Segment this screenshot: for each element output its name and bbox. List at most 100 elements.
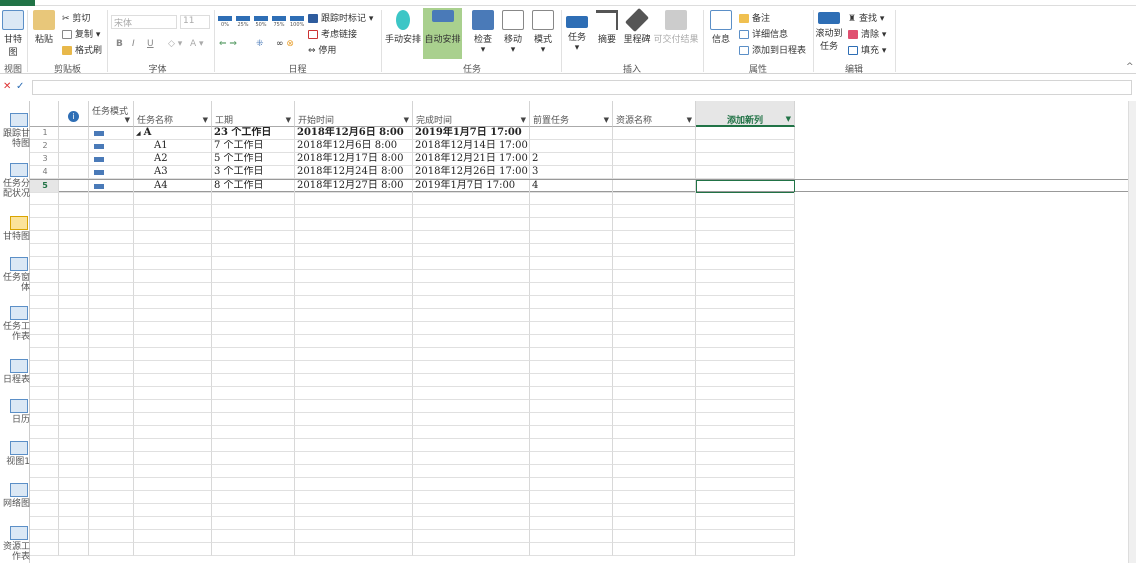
table-cell[interactable] [413,530,530,543]
table-cell[interactable] [212,517,295,530]
table-cell[interactable] [613,335,696,348]
table-row[interactable] [30,491,1128,504]
table-cell[interactable] [212,478,295,491]
table-cell[interactable] [59,127,89,140]
table-row[interactable] [30,413,1128,426]
table-cell[interactable]: 2018年12月21日 17:00 [413,153,530,166]
table-cell[interactable] [295,296,413,309]
table-cell[interactable] [413,244,530,257]
table-cell[interactable] [134,231,212,244]
table-cell[interactable] [530,218,613,231]
information-button[interactable]: 信息 [707,10,735,45]
table-cell[interactable] [89,322,134,335]
table-cell[interactable]: 23 个工作日 [212,127,295,140]
table-cell[interactable] [134,348,212,361]
table-row[interactable] [30,465,1128,478]
table-cell[interactable] [134,491,212,504]
gantt-view-button[interactable]: 甘特图 [0,10,26,58]
column-header[interactable]: 添加新列 ▼ [696,101,795,127]
table-cell[interactable] [59,270,89,283]
fill-button[interactable]: 填充 ▾ [848,43,886,56]
table-cell[interactable] [696,400,795,413]
table-cell[interactable] [613,322,696,335]
table-cell[interactable] [30,231,59,244]
table-cell[interactable] [89,452,134,465]
table-cell[interactable] [134,309,212,322]
table-cell[interactable] [212,361,295,374]
table-cell[interactable] [530,296,613,309]
table-cell[interactable] [413,283,530,296]
table-cell[interactable]: 2019年1月7日 17:00 [413,127,530,140]
table-cell[interactable] [59,322,89,335]
table-cell[interactable] [89,413,134,426]
table-cell[interactable] [30,218,59,231]
collapse-icon[interactable]: ◢ [136,130,141,137]
table-cell[interactable] [295,400,413,413]
table-cell[interactable] [613,270,696,283]
table-cell[interactable] [89,244,134,257]
table-cell[interactable] [30,387,59,400]
table-cell[interactable] [89,400,134,413]
table-row[interactable] [30,387,1128,400]
table-cell[interactable]: 4 [30,166,59,179]
table-cell[interactable] [613,452,696,465]
percent-3-button[interactable]: 75% [272,16,286,28]
table-cell[interactable] [613,361,696,374]
table-cell[interactable] [30,439,59,452]
percent-4-button[interactable]: 100% [290,16,304,28]
table-cell[interactable] [295,465,413,478]
split-task-button[interactable]: ⁜ [256,39,264,49]
table-cell[interactable] [413,517,530,530]
table-cell[interactable] [696,374,795,387]
table-cell[interactable] [59,413,89,426]
table-cell[interactable] [295,309,413,322]
table-cell[interactable] [30,504,59,517]
table-cell[interactable] [530,192,613,205]
table-cell[interactable] [295,257,413,270]
table-cell[interactable] [530,309,613,322]
table-cell[interactable] [413,543,530,556]
table-cell[interactable] [212,309,295,322]
table-row[interactable] [30,283,1128,296]
view-bar-item[interactable]: 任务分配状况 [0,163,30,199]
percent-2-button[interactable]: 50% [254,16,268,28]
table-cell[interactable] [696,478,795,491]
table-cell[interactable] [413,413,530,426]
table-row[interactable] [30,452,1128,465]
column-header[interactable]: 工期 ▼ [212,101,295,127]
table-cell[interactable] [613,166,696,179]
table-cell[interactable] [696,153,795,166]
table-cell[interactable] [696,205,795,218]
table-cell[interactable] [59,335,89,348]
dropdown-arrow-icon[interactable]: ▼ [203,116,208,124]
table-cell[interactable] [134,283,212,296]
respect-links-button[interactable]: 考虑链接 [308,27,357,40]
column-header[interactable]: 开始时间 ▼ [295,101,413,127]
table-cell[interactable] [295,348,413,361]
table-row[interactable] [30,400,1128,413]
table-cell[interactable] [89,387,134,400]
table-cell[interactable] [89,439,134,452]
confirm-entry-button[interactable]: ✓ [16,81,24,92]
table-cell[interactable] [413,478,530,491]
outdent-button[interactable]: ⇐ ⇒ [219,39,237,49]
table-cell[interactable] [212,504,295,517]
table-cell[interactable] [413,400,530,413]
table-cell[interactable]: 2018年12月26日 17:00 [413,166,530,179]
add-to-timeline-button[interactable]: 添加到日程表 [739,43,806,56]
table-cell[interactable] [530,387,613,400]
table-cell[interactable] [413,348,530,361]
table-cell[interactable] [134,465,212,478]
table-cell[interactable] [413,231,530,244]
table-cell[interactable] [696,218,795,231]
table-cell[interactable] [59,348,89,361]
table-cell[interactable] [89,478,134,491]
table-cell[interactable] [530,400,613,413]
view-bar-item[interactable]: 任务窗体 [0,257,30,293]
table-cell[interactable] [30,348,59,361]
table-cell[interactable] [696,387,795,400]
paste-button[interactable]: 粘贴 [32,10,56,45]
table-cell[interactable] [89,257,134,270]
table-cell[interactable] [613,348,696,361]
copy-button[interactable]: 复制 ▾ [62,27,100,40]
